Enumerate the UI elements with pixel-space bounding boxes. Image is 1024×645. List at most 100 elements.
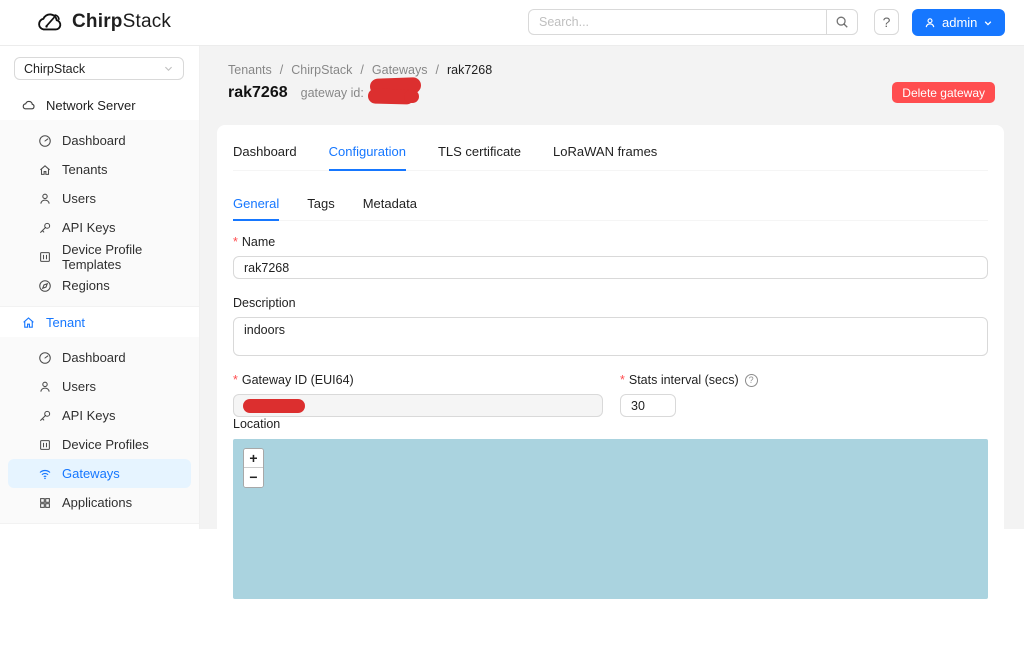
chevron-down-icon	[983, 18, 993, 28]
user-icon	[38, 380, 52, 394]
brand-logo: ChirpStack	[36, 9, 171, 35]
sidebar-item-ns-users[interactable]: Users	[8, 184, 191, 213]
sidebar-item-tenant-users[interactable]: Users	[8, 372, 191, 401]
breadcrumb-item[interactable]: ChirpStack	[291, 63, 352, 77]
tab-bar: Dashboard Configuration TLS certificate …	[233, 125, 988, 171]
main-content: Tenants / ChirpStack / Gateways / rak7268 rak7…	[200, 46, 1024, 645]
location-field-group: Location + −	[233, 417, 988, 599]
user-icon	[924, 17, 936, 29]
stats-interval-label: * Stats interval (secs) ?	[620, 373, 758, 387]
gateway-card: Dashboard Configuration TLS certificate …	[217, 125, 1004, 645]
stats-interval-field-group: * Stats interval (secs) ?	[620, 373, 758, 417]
stats-interval-input[interactable]	[620, 394, 676, 417]
sidebar-item-label: API Keys	[62, 220, 116, 235]
question-circle-icon[interactable]: ?	[744, 373, 758, 387]
key-icon	[38, 221, 52, 235]
user-menu-label: admin	[942, 15, 978, 30]
sidebar-section-label: Tenant	[46, 314, 86, 330]
tenant-submenu: Dashboard Users API Keys Device Profiles	[0, 337, 199, 524]
sidebar-item-ns-api-keys[interactable]: API Keys	[8, 213, 191, 242]
description-label: Description	[233, 296, 296, 310]
tab-configuration[interactable]: Configuration	[328, 144, 407, 171]
sidebar-item-label: Device Profiles	[62, 437, 149, 452]
cloud-icon	[21, 98, 36, 113]
sidebar-item-label: Applications	[62, 495, 133, 510]
required-mark: *	[233, 235, 238, 249]
network-server-submenu: Dashboard Tenants Users API Keys Device …	[0, 120, 199, 307]
map-zoom-out-button[interactable]: −	[244, 468, 263, 487]
sidebar-section-label: Network Server	[46, 97, 136, 113]
dashboard-icon	[38, 134, 52, 148]
sidebar-item-ns-regions[interactable]: Regions	[8, 271, 191, 300]
breadcrumb-item[interactable]: Tenants	[228, 63, 272, 77]
subtab-general[interactable]: General	[233, 196, 280, 221]
sidebar-item-ns-device-profile-templates[interactable]: Device Profile Templates	[8, 241, 191, 272]
sidebar-item-label: Dashboard	[62, 133, 126, 148]
breadcrumb: Tenants / ChirpStack / Gateways / rak7268	[228, 63, 492, 77]
description-textarea[interactable]: indoors	[233, 317, 988, 356]
user-icon	[38, 192, 52, 206]
tab-lorawan-frames[interactable]: LoRaWAN frames	[553, 144, 657, 170]
wifi-icon	[38, 467, 52, 481]
location-map[interactable]: + −	[233, 439, 988, 599]
sidebar-item-label: Device Profile Templates	[62, 241, 143, 272]
delete-gateway-button[interactable]: Delete gateway	[892, 82, 995, 103]
sidebar-section-tenant[interactable]: Tenant	[0, 307, 199, 337]
name-label: * Name	[233, 235, 276, 249]
search-button[interactable]	[826, 9, 858, 35]
subtab-tags[interactable]: Tags	[307, 196, 334, 220]
breadcrumb-separator: /	[435, 63, 439, 77]
sidebar-item-tenant-device-profiles[interactable]: Device Profiles	[8, 430, 191, 459]
title-row: rak7268 gateway id:	[228, 77, 424, 106]
org-select-value: ChirpStack	[24, 61, 86, 76]
map-zoom-in-button[interactable]: +	[244, 449, 263, 468]
key-icon	[38, 409, 52, 423]
compass-icon	[38, 279, 52, 293]
sidebar-item-label: Tenants	[62, 162, 108, 177]
sidebar-item-ns-tenants[interactable]: Tenants	[8, 155, 191, 184]
sidebar-item-label: Users	[62, 379, 96, 394]
org-select[interactable]: ChirpStack	[14, 57, 184, 80]
sidebar-item-tenant-gateways[interactable]: Gateways	[8, 459, 191, 488]
profile-template-icon	[38, 250, 52, 264]
subtab-bar: General Tags Metadata	[233, 196, 988, 221]
search-input[interactable]	[528, 9, 826, 35]
brand-name: ChirpStack	[72, 11, 172, 32]
sidebar-item-label: Dashboard	[62, 350, 126, 365]
tab-dashboard[interactable]: Dashboard	[233, 144, 297, 170]
help-button[interactable]: ?	[874, 9, 899, 35]
breadcrumb-separator: /	[360, 63, 364, 77]
profile-icon	[38, 438, 52, 452]
sidebar-section-network-server[interactable]: Network Server	[0, 90, 199, 120]
gateway-id-caption: gateway id:	[300, 85, 364, 100]
sidebar-item-label: Gateways	[62, 466, 120, 481]
chevron-down-icon	[163, 63, 174, 74]
redacted-gateway-id-value	[243, 399, 305, 413]
sidebar: ChirpStack Network Server Dashboard Tena…	[0, 46, 200, 529]
description-field-group: Description indoors	[233, 296, 988, 356]
home-icon	[38, 163, 52, 177]
id-stats-row: * Gateway ID (EUI64) * Stats interval (s…	[233, 373, 988, 417]
top-header: ChirpStack ? admin	[0, 0, 1024, 46]
home-icon	[21, 315, 36, 330]
page-title: rak7268	[228, 83, 288, 101]
sidebar-item-label: Users	[62, 191, 96, 206]
gateway-form: * Name Description indoors * Gateway ID …	[233, 235, 988, 599]
sidebar-item-tenant-applications[interactable]: Applications	[8, 488, 191, 517]
name-field-group: * Name	[233, 235, 988, 279]
tab-tls-certificate[interactable]: TLS certificate	[438, 144, 521, 170]
subtab-metadata[interactable]: Metadata	[363, 196, 417, 220]
sidebar-item-label: Regions	[62, 278, 110, 293]
redacted-gateway-id	[367, 77, 424, 106]
gateway-id-field-group: * Gateway ID (EUI64)	[233, 373, 603, 417]
sidebar-item-tenant-dashboard[interactable]: Dashboard	[8, 343, 191, 372]
name-input[interactable]	[233, 256, 988, 279]
sidebar-item-ns-dashboard[interactable]: Dashboard	[8, 126, 191, 155]
user-menu-button[interactable]: admin	[912, 9, 1006, 36]
sidebar-item-label: API Keys	[62, 408, 116, 423]
breadcrumb-separator: /	[279, 63, 284, 77]
appstore-icon	[38, 496, 52, 510]
breadcrumb-item[interactable]: Gateways	[372, 63, 428, 77]
sidebar-item-tenant-api-keys[interactable]: API Keys	[8, 401, 191, 430]
map-zoom-control: + −	[243, 448, 264, 488]
